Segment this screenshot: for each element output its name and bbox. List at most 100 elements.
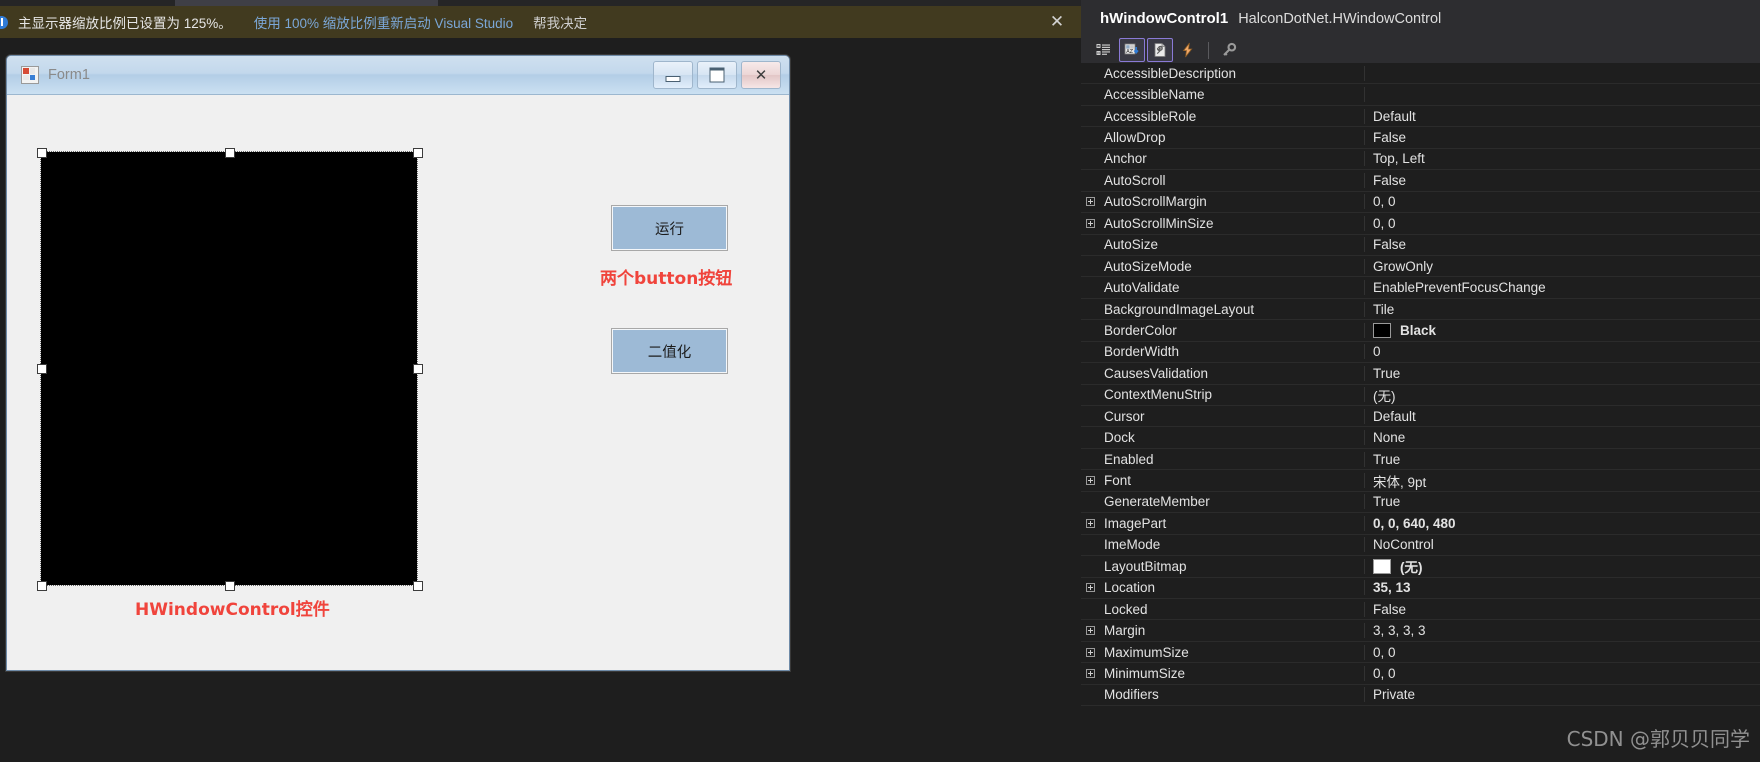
restart-at-100-percent-link[interactable]: 使用 100% 缩放比例重新启动 Visual Studio (254, 12, 513, 32)
form1-window[interactable]: Form1 ✕ 运行 二值化 两个button按钮 HWindowControl… (6, 55, 790, 671)
property-value[interactable]: True (1365, 494, 1760, 509)
property-row[interactable]: AllowDrop False (1081, 127, 1760, 149)
expand-toggle-icon[interactable] (1081, 647, 1100, 657)
minimize-button[interactable] (653, 61, 693, 89)
property-value[interactable]: EnablePreventFocusChange (1365, 280, 1760, 295)
property-row[interactable]: AccessibleDescription (1081, 63, 1760, 85)
property-value[interactable]: None (1365, 430, 1760, 445)
property-value[interactable]: (无) (1365, 385, 1760, 405)
properties-button[interactable] (1147, 38, 1173, 62)
property-row[interactable]: Locked False (1081, 599, 1760, 621)
property-row[interactable]: Margin 3, 3, 3, 3 (1081, 620, 1760, 642)
property-pages-button[interactable] (1216, 38, 1242, 62)
properties-grid[interactable]: AccessibleDescription AccessibleName Acces… (1081, 63, 1760, 762)
form1-titlebar[interactable]: Form1 ✕ (7, 56, 789, 95)
form1-client-area[interactable]: 运行 二值化 两个button按钮 HWindowControl控件 (7, 95, 789, 670)
expand-toggle-icon[interactable] (1081, 218, 1100, 228)
property-row[interactable]: AutoScrollMargin 0, 0 (1081, 192, 1760, 214)
property-name: BorderColor (1100, 322, 1365, 338)
property-row[interactable]: MaximumSize 0, 0 (1081, 642, 1760, 664)
property-row[interactable]: ContextMenuStrip (无) (1081, 385, 1760, 406)
property-value[interactable]: Black (1365, 322, 1760, 338)
alphabetical-sort-button[interactable]: AZ (1119, 38, 1145, 62)
form-designer-surface[interactable]: Form1 ✕ 运行 二值化 两个button按钮 HWindowControl… (0, 38, 1081, 762)
maximize-button[interactable] (697, 61, 737, 89)
property-row[interactable]: GenerateMember True (1081, 492, 1760, 514)
close-notification-button[interactable]: ✕ (1047, 12, 1067, 32)
color-swatch-icon (1373, 558, 1391, 574)
property-row[interactable]: AutoSize False (1081, 235, 1760, 256)
property-row[interactable]: Font 宋体, 9pt (1081, 470, 1760, 492)
events-button[interactable] (1175, 38, 1201, 62)
property-row[interactable]: AutoSizeMode GrowOnly (1081, 256, 1760, 278)
property-value[interactable]: 0, 0 (1365, 645, 1760, 660)
property-value[interactable]: False (1365, 130, 1760, 145)
annotation-two-buttons: 两个button按钮 (600, 269, 733, 289)
property-row[interactable]: Cursor Default (1081, 406, 1760, 428)
resize-handle-bottom-center[interactable] (225, 581, 235, 591)
property-value[interactable]: True (1365, 366, 1760, 381)
property-name: ImagePart (1100, 515, 1365, 531)
property-value[interactable]: 0, 0 (1365, 666, 1760, 681)
property-row[interactable]: BackgroundImageLayout Tile (1081, 299, 1760, 321)
property-value[interactable]: GrowOnly (1365, 259, 1760, 274)
property-value[interactable]: False (1365, 237, 1760, 252)
expand-toggle-icon[interactable] (1081, 476, 1100, 486)
hwindowcontrol-canvas[interactable] (40, 151, 418, 586)
expand-toggle-icon[interactable] (1081, 583, 1100, 593)
property-row[interactable]: Enabled True (1081, 449, 1760, 471)
property-value[interactable]: 0 (1365, 344, 1760, 359)
property-row[interactable]: AccessibleName (1081, 84, 1760, 106)
property-value[interactable]: Private (1365, 687, 1760, 702)
property-row[interactable]: LayoutBitmap (无) (1081, 556, 1760, 578)
property-name: BorderWidth (1100, 344, 1365, 360)
property-value[interactable]: Top, Left (1365, 151, 1760, 166)
resize-handle-bottom-left[interactable] (37, 581, 47, 591)
property-value[interactable]: True (1365, 452, 1760, 467)
property-row[interactable]: ImeMode NoControl (1081, 535, 1760, 557)
property-row[interactable]: BorderColor Black (1081, 320, 1760, 342)
expand-toggle-icon[interactable] (1081, 197, 1100, 207)
property-row[interactable]: AutoScrollMinSize 0, 0 (1081, 213, 1760, 235)
property-value[interactable]: 3, 3, 3, 3 (1365, 623, 1760, 638)
property-value[interactable]: 0, 0, 640, 480 (1365, 516, 1760, 531)
property-value[interactable]: 0, 0 (1365, 194, 1760, 209)
categorized-view-button[interactable] (1091, 38, 1117, 62)
property-name: Margin (1100, 623, 1365, 639)
property-row[interactable]: ImagePart 0, 0, 640, 480 (1081, 513, 1760, 535)
binarize-button[interactable]: 二值化 (611, 328, 728, 374)
expand-toggle-icon[interactable] (1081, 626, 1100, 636)
minimize-icon (665, 76, 681, 82)
resize-handle-top-right[interactable] (413, 148, 423, 158)
property-row[interactable]: BorderWidth 0 (1081, 342, 1760, 364)
property-value[interactable]: Tile (1365, 302, 1760, 317)
property-value[interactable]: Default (1365, 409, 1760, 424)
property-row[interactable]: AutoValidate EnablePreventFocusChange (1081, 277, 1760, 299)
property-value[interactable]: Default (1365, 109, 1760, 124)
property-value[interactable]: (无) (1365, 556, 1760, 576)
property-row[interactable]: CausesValidation True (1081, 363, 1760, 385)
close-button[interactable]: ✕ (741, 61, 781, 89)
property-value[interactable]: False (1365, 173, 1760, 188)
property-value[interactable]: 35, 13 (1365, 580, 1760, 595)
property-value[interactable]: False (1365, 602, 1760, 617)
property-value[interactable]: 宋体, 9pt (1365, 471, 1760, 491)
property-row[interactable]: MinimumSize 0, 0 (1081, 663, 1760, 685)
property-value[interactable]: NoControl (1365, 537, 1760, 552)
property-row[interactable]: Modifiers Private (1081, 685, 1760, 707)
resize-handle-top-left[interactable] (37, 148, 47, 158)
resize-handle-middle-right[interactable] (413, 364, 423, 374)
property-row[interactable]: Dock None (1081, 427, 1760, 449)
resize-handle-middle-left[interactable] (37, 364, 47, 374)
resize-handle-top-center[interactable] (225, 148, 235, 158)
expand-toggle-icon[interactable] (1081, 668, 1100, 678)
resize-handle-bottom-right[interactable] (413, 581, 423, 591)
run-button[interactable]: 运行 (611, 205, 728, 251)
help-me-decide-link[interactable]: 帮我决定 (533, 12, 587, 32)
property-row[interactable]: Location 35, 13 (1081, 578, 1760, 599)
expand-toggle-icon[interactable] (1081, 518, 1100, 528)
property-row[interactable]: Anchor Top, Left (1081, 149, 1760, 171)
property-row[interactable]: AutoScroll False (1081, 170, 1760, 192)
property-row[interactable]: AccessibleRole Default (1081, 106, 1760, 128)
property-value[interactable]: 0, 0 (1365, 216, 1760, 231)
